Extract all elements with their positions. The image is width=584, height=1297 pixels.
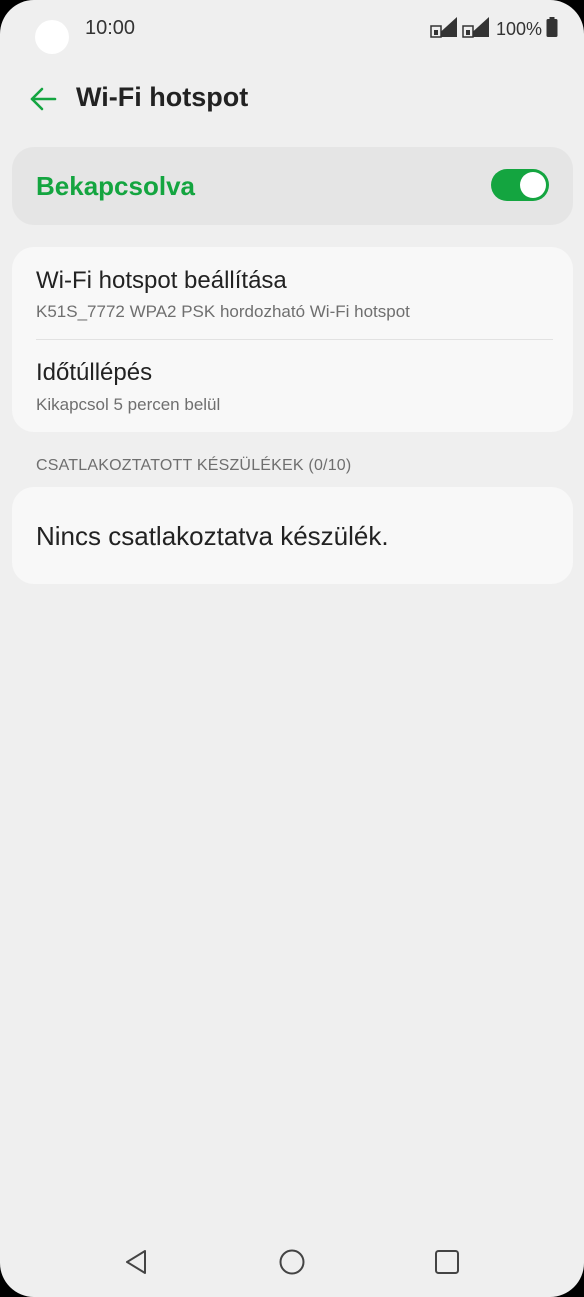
battery-icon [546,16,558,42]
toggle-knob [520,172,546,198]
connected-devices-header: CSATLAKOZTATOTT KÉSZÜLÉKEK (0/10) [36,457,352,474]
status-time: 10:00 [85,17,136,39]
status-icons: 100% [430,16,558,43]
master-switch-label: Bekapcsolva [36,171,195,201]
circle-home-icon [279,1249,305,1275]
setting-title: Wi-Fi hotspot beállítása [36,267,287,294]
setting-summary: K51S_7772 WPA2 PSK hordozható Wi-Fi hots… [36,302,410,321]
front-camera [35,20,69,54]
connected-devices-card: Nincs csatlakoztatva készülék. [12,487,573,584]
navigation-bar [0,1230,584,1297]
triangle-back-icon [126,1250,146,1274]
setting-item-timeout[interactable]: Időtúllépés Kikapcsol 5 percen belül [12,339,573,432]
setting-summary: Kikapcsol 5 percen belül [36,395,221,414]
settings-card: Wi-Fi hotspot beállítása K51S_7772 WPA2 … [12,247,573,432]
nav-home-button[interactable] [272,1242,312,1282]
nav-back-button[interactable] [117,1242,157,1282]
page-title: Wi-Fi hotspot [76,82,249,112]
app-bar: Wi-Fi hotspot [0,70,584,126]
square-recents-icon [435,1250,459,1274]
battery-percent: 100% [495,18,542,39]
status-bar: 10:00 100% [0,0,584,60]
arrow-left-icon [30,87,57,111]
hotspot-master-switch[interactable]: Bekapcsolva [12,147,573,225]
nav-recents-button[interactable] [427,1242,467,1282]
setting-title: Időtúllépés [36,359,153,386]
setting-item-hotspot-setup[interactable]: Wi-Fi hotspot beállítása K51S_7772 WPA2 … [12,247,573,339]
back-button[interactable] [22,78,64,120]
signal-sim1-icon [430,16,458,43]
screen: 10:00 100% Wi-Fi hotspot Bekapcsolva Wi-… [0,0,584,1297]
hotspot-toggle[interactable] [491,169,549,201]
signal-sim2-icon [462,16,490,43]
no-devices-message: Nincs csatlakoztatva készülék. [36,521,389,551]
